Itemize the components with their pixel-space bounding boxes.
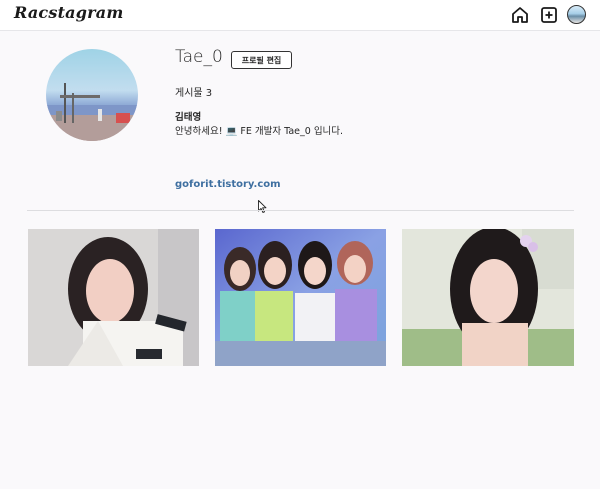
top-navigation-bar: Racstagram [0, 0, 600, 31]
post-thumbnail[interactable] [28, 229, 199, 366]
post-thumbnail[interactable] [402, 229, 574, 366]
profile-avatar-icon[interactable] [567, 5, 586, 24]
profile-username: Tae_0 [175, 47, 223, 67]
new-post-icon[interactable] [539, 5, 559, 25]
mouse-cursor-icon [258, 200, 267, 213]
profile-website-link[interactable]: goforit.tistory.com [175, 179, 281, 190]
post-thumbnail[interactable] [215, 229, 386, 366]
edit-profile-button[interactable]: 프로필 편집 [231, 51, 292, 69]
app-logo[interactable]: Racstagram [14, 3, 123, 22]
profile-bio: 안녕하세요! 💻 FE 개발자 Tae_0 입니다. [175, 126, 344, 137]
profile-real-name: 김태영 [175, 112, 202, 123]
home-icon[interactable] [510, 5, 530, 25]
posts-count: 게시물 3 [175, 88, 213, 99]
profile-divider [27, 210, 574, 211]
profile-picture [46, 49, 138, 141]
